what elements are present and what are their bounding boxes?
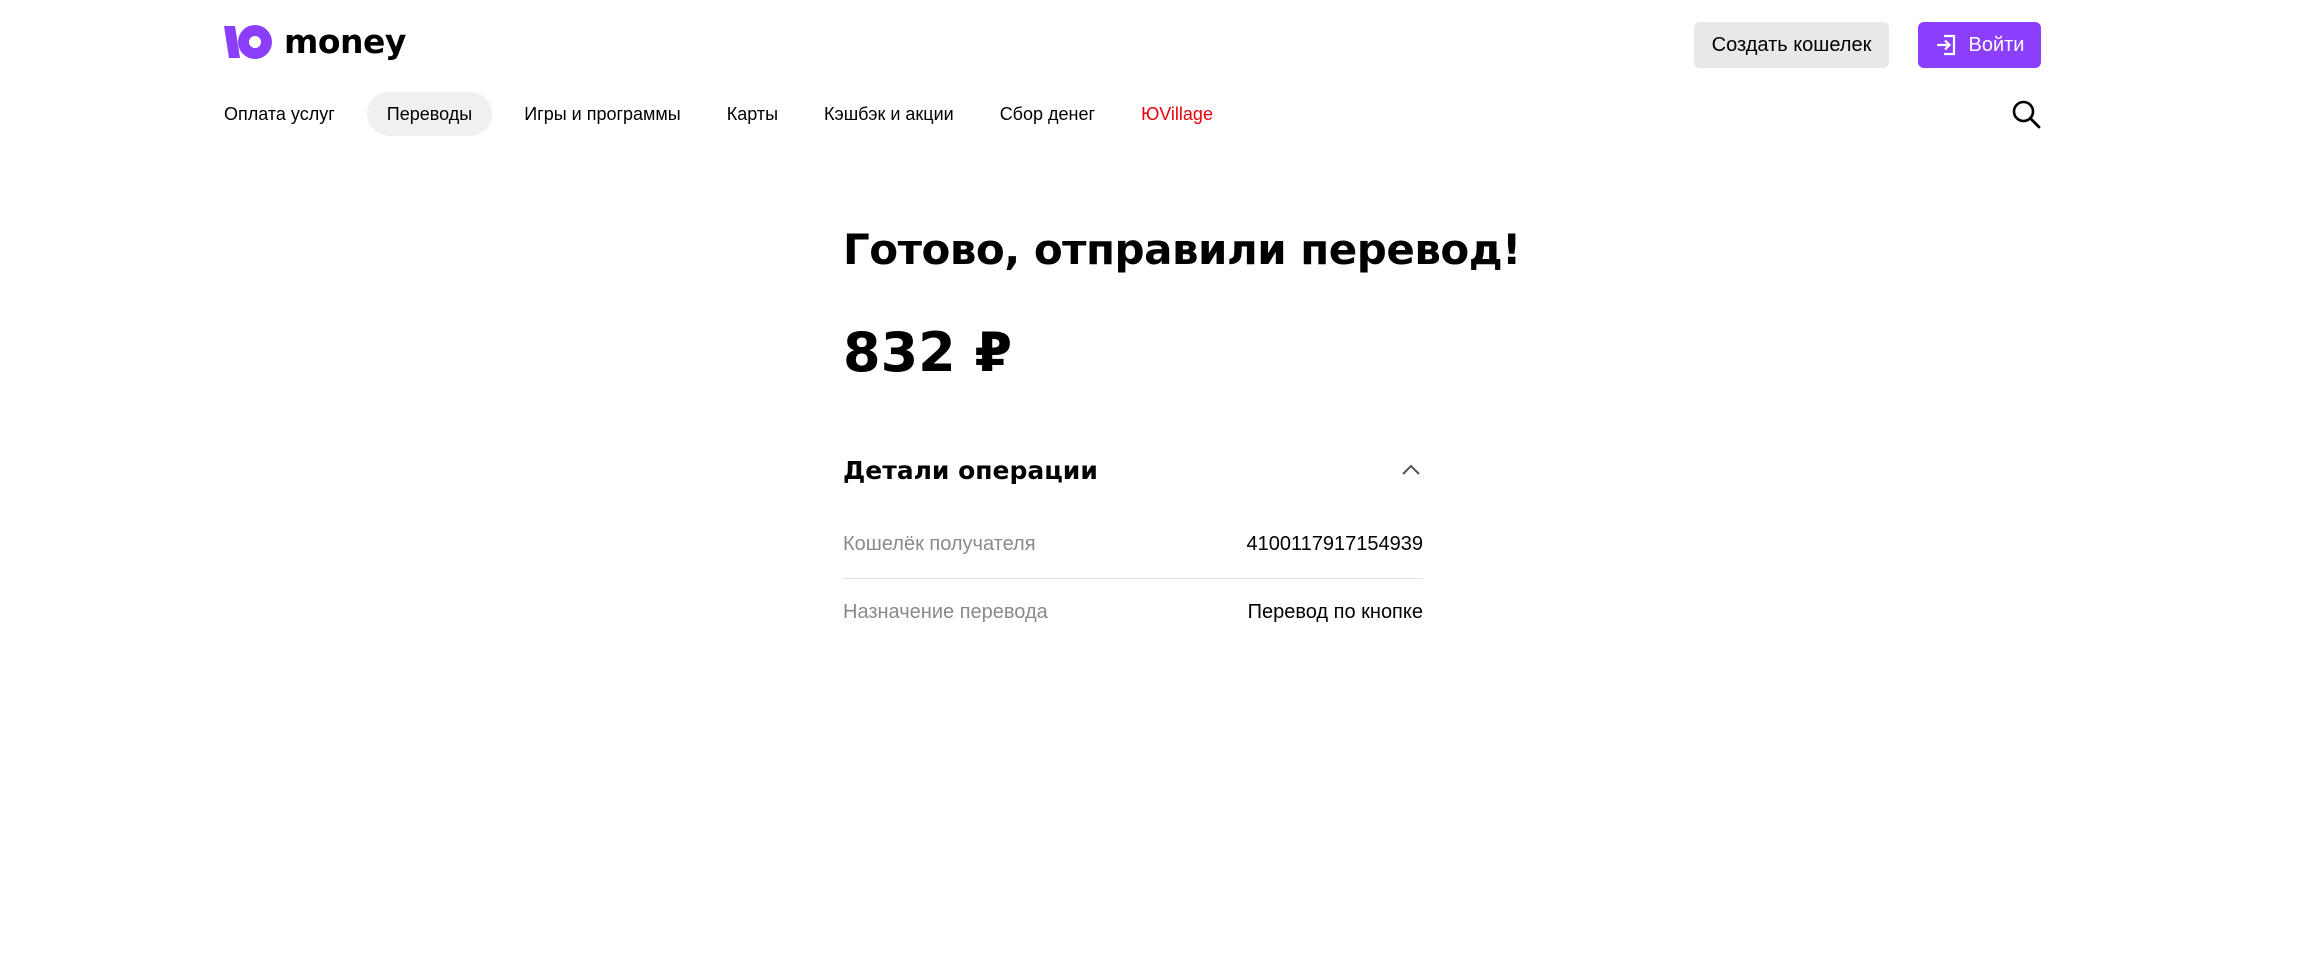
nav-item-games[interactable]: Игры и программы xyxy=(510,92,695,136)
site-header: money Создать кошелек Войти Оплата услуг… xyxy=(0,0,2315,160)
nav-item-cards[interactable]: Карты xyxy=(713,92,792,136)
nav-item-cashback[interactable]: Кэшбэк и акции xyxy=(810,92,968,136)
create-wallet-button[interactable]: Создать кошелек xyxy=(1694,22,1889,68)
login-button-label: Войти xyxy=(1968,33,2025,56)
details-row-wallet: Кошелёк получателя 4100117917154939 xyxy=(843,510,1423,578)
logo-link[interactable]: money xyxy=(224,24,406,60)
chevron-up-icon xyxy=(1399,458,1423,482)
login-button[interactable]: Войти xyxy=(1918,22,2041,68)
login-icon xyxy=(1936,34,1955,56)
nav-item-fundraising[interactable]: Сбор денег xyxy=(986,92,1109,136)
search-button[interactable] xyxy=(2010,98,2042,130)
details-row-purpose: Назначение перевода Перевод по кнопке xyxy=(843,578,1423,646)
details-row-label: Кошелёк получателя xyxy=(843,532,1036,555)
nav-item-transfers[interactable]: Переводы xyxy=(366,92,493,136)
search-icon xyxy=(2012,100,2041,129)
logo-text: money xyxy=(284,22,406,61)
nav-item-village[interactable]: ЮVillage xyxy=(1127,92,1227,136)
details-row-value: Перевод по кнопке xyxy=(1247,601,1423,623)
details-title: Детали операции xyxy=(843,455,1098,485)
page-title: Готово, отправили перевод! xyxy=(843,225,1521,274)
transfer-amount: 832 ₽ xyxy=(843,321,1013,384)
yoomoney-logo-icon xyxy=(224,25,272,59)
details-toggle[interactable]: Детали операции xyxy=(843,450,1423,490)
details-row-value: 4100117917154939 xyxy=(1246,532,1423,555)
details-list: Кошелёк получателя 4100117917154939 Назн… xyxy=(843,510,1423,646)
main-nav: Оплата услуг Переводы Игры и программы К… xyxy=(210,92,1245,136)
details-row-label: Назначение перевода xyxy=(843,601,1048,623)
nav-item-services[interactable]: Оплата услуг xyxy=(210,92,349,136)
transfer-result: Готово, отправили перевод! 832 ₽ Детали … xyxy=(843,220,1521,646)
